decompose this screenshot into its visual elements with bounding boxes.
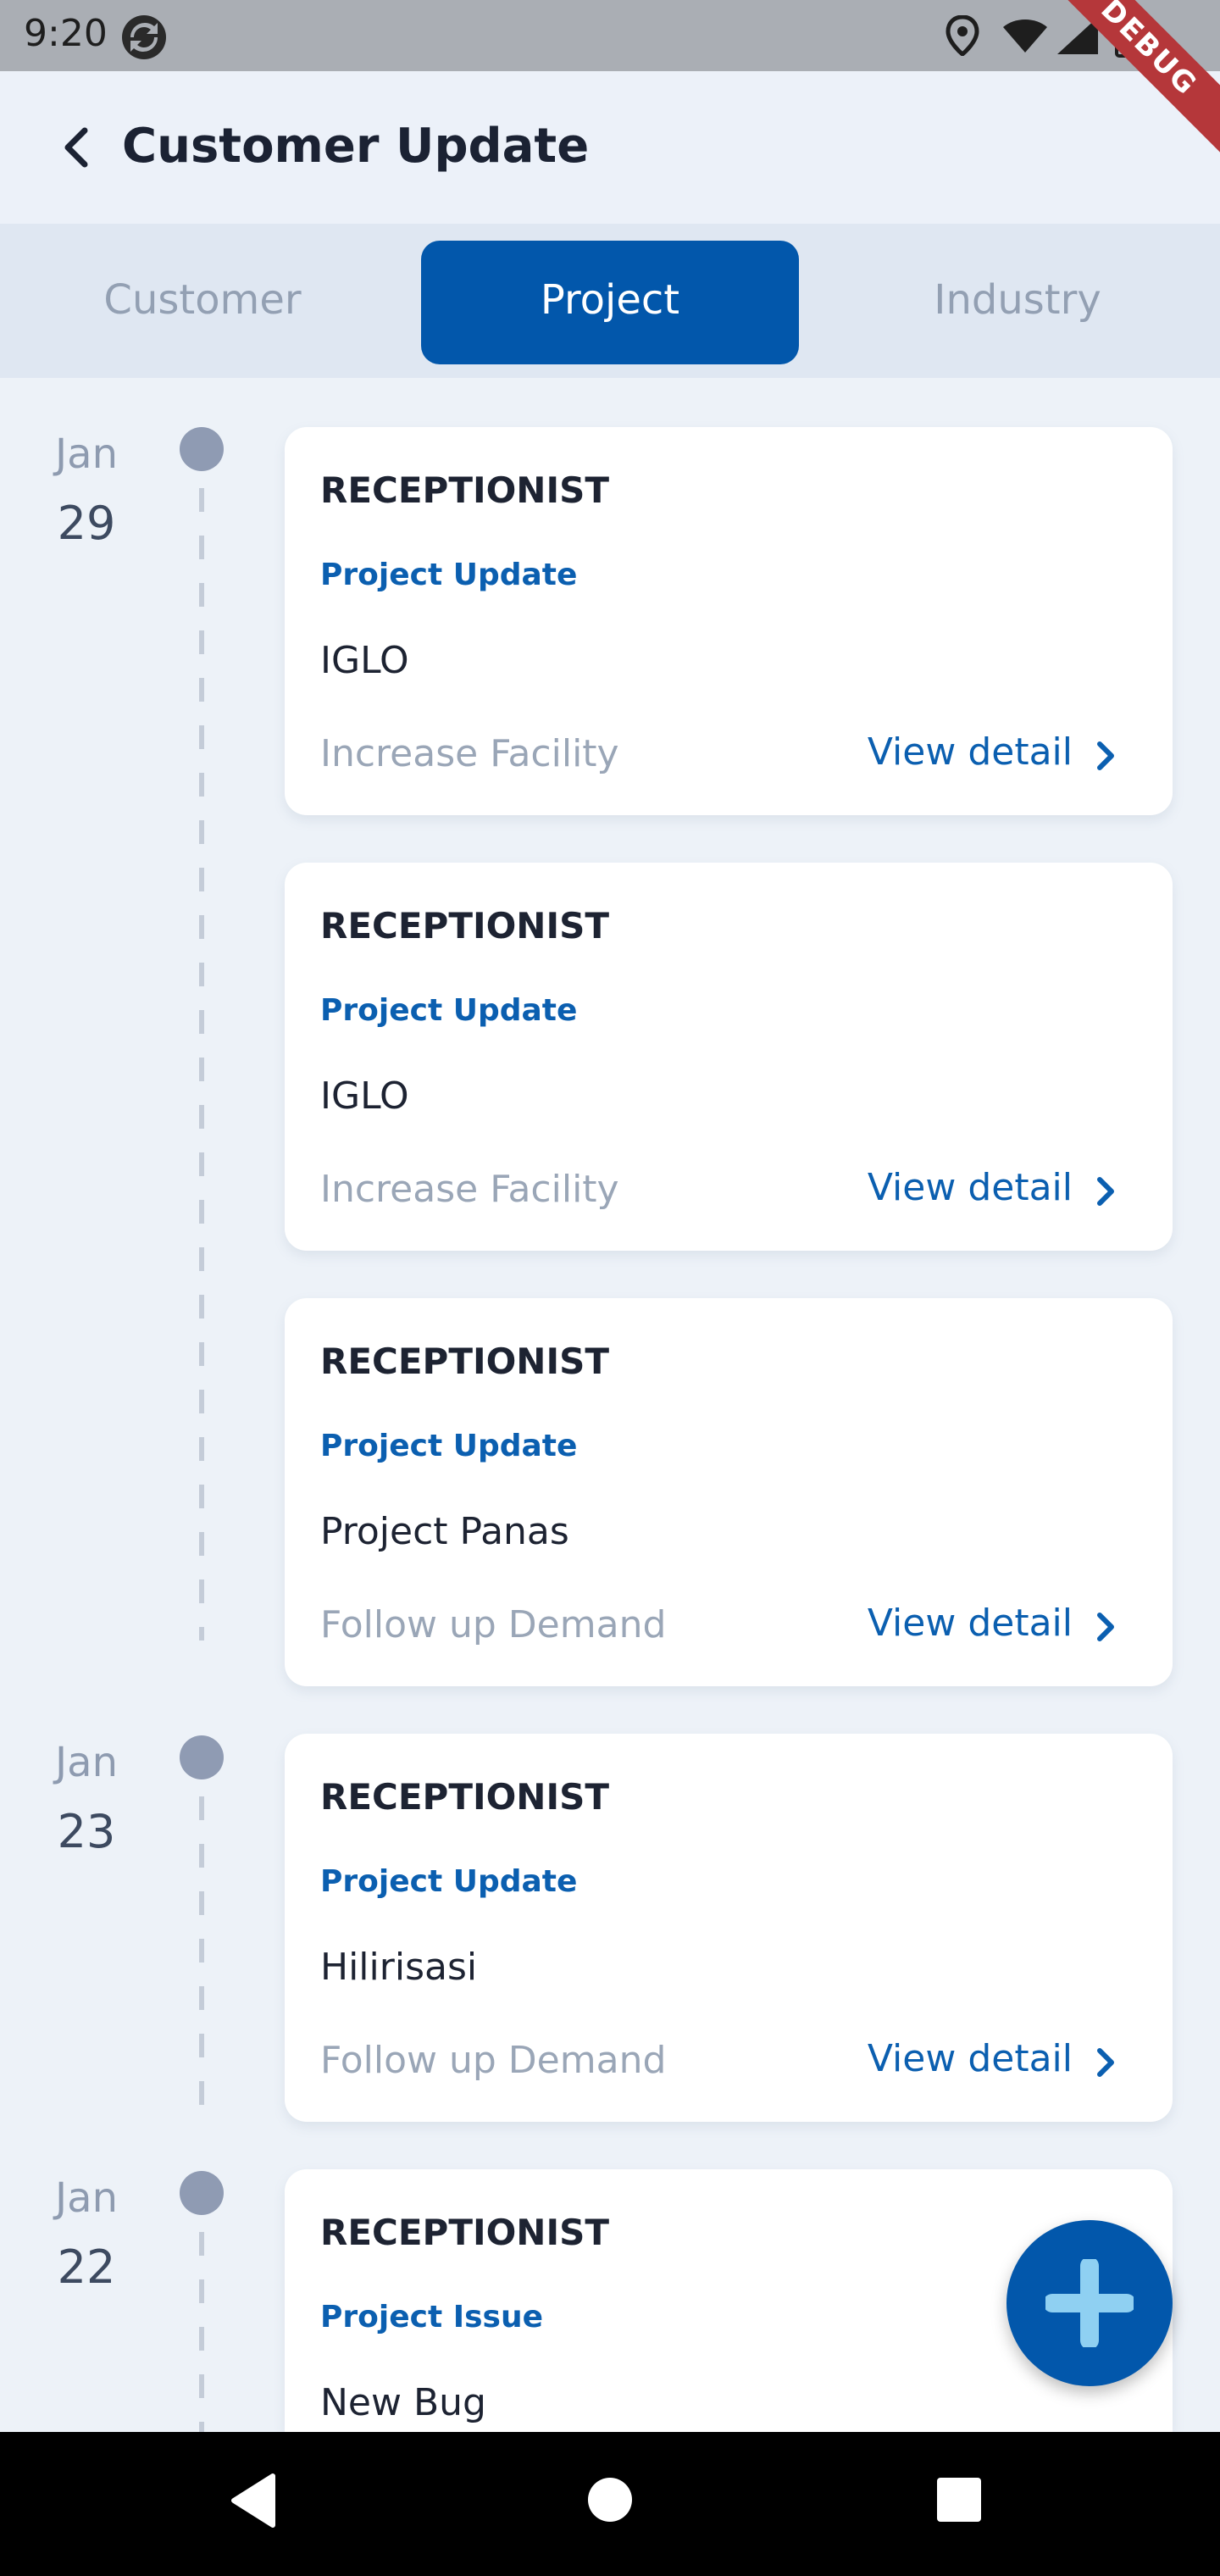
- date-day: 29: [57, 497, 116, 550]
- chevron-left-icon: [64, 127, 88, 168]
- timeline-dot: [180, 2171, 224, 2215]
- card-reason: Increase Facility: [320, 732, 619, 775]
- card-project-name: IGLO: [320, 1074, 409, 1118]
- location-icon: [946, 14, 979, 59]
- status-bar: 9:20 DEBUG: [0, 0, 1220, 173]
- status-time: 9:20: [24, 12, 108, 55]
- timeline-dot: [180, 427, 224, 471]
- view-detail-label: View detail: [867, 730, 1073, 774]
- card-project-name: Hilirisasi: [320, 1946, 478, 1989]
- update-card[interactable]: RECEPTIONIST Project Update Hilirisasi F…: [285, 1734, 1173, 2122]
- timeline-line: [199, 1796, 204, 2118]
- date-month: Jan: [55, 1739, 118, 1786]
- date-month: Jan: [55, 2174, 118, 2222]
- card-role: RECEPTIONIST: [320, 2212, 609, 2253]
- update-card[interactable]: RECEPTIONIST Project Update IGLO Increas…: [285, 427, 1173, 815]
- card-type: Project Issue: [320, 2300, 544, 2334]
- card-type: Project Update: [320, 558, 578, 592]
- nav-back-button[interactable]: [229, 2473, 280, 2532]
- card-role: RECEPTIONIST: [320, 1341, 609, 1382]
- add-update-button[interactable]: [1006, 2220, 1173, 2386]
- nav-recents-button[interactable]: [935, 2476, 983, 2527]
- update-card[interactable]: RECEPTIONIST Project Update Project Pana…: [285, 1298, 1173, 1686]
- view-detail-label: View detail: [867, 1166, 1073, 1209]
- view-detail-link[interactable]: View detail: [868, 1602, 1120, 1645]
- back-button[interactable]: [53, 122, 103, 173]
- date-month: Jan: [55, 430, 118, 478]
- card-reason: Follow up Demand: [320, 1603, 667, 1646]
- chevron-right-icon: [1097, 2048, 1114, 2077]
- timeline-dot: [180, 1735, 224, 1779]
- app-bar: Customer Update: [0, 71, 1220, 224]
- circle-home-icon: [588, 2478, 632, 2522]
- view-detail-link[interactable]: View detail: [868, 730, 1120, 774]
- view-detail-label: View detail: [867, 1602, 1073, 1645]
- chevron-right-icon: [1097, 1177, 1114, 1206]
- card-role: RECEPTIONIST: [320, 469, 609, 511]
- card-project-name: New Bug: [320, 2381, 486, 2424]
- tab-project[interactable]: Project: [421, 241, 799, 364]
- plus-icon: [1045, 2259, 1134, 2347]
- card-type: Project Update: [320, 1864, 578, 1899]
- system-nav-bar: [0, 2432, 1220, 2576]
- card-reason: Increase Facility: [320, 1168, 619, 1211]
- nav-home-button[interactable]: [586, 2476, 634, 2527]
- sync-icon: [120, 14, 168, 64]
- view-detail-link[interactable]: View detail: [868, 2037, 1120, 2080]
- date-day: 22: [57, 2240, 116, 2294]
- card-project-name: IGLO: [320, 639, 409, 682]
- square-recents-icon: [937, 2478, 981, 2522]
- view-detail-label: View detail: [867, 2037, 1073, 2080]
- wifi-icon: [1001, 17, 1049, 58]
- card-type: Project Update: [320, 1429, 578, 1463]
- update-card[interactable]: RECEPTIONIST Project Update IGLO Increas…: [285, 863, 1173, 1251]
- tab-customer[interactable]: Customer: [14, 241, 391, 364]
- card-project-name: Project Panas: [320, 1510, 569, 1553]
- card-type: Project Update: [320, 993, 578, 1028]
- chevron-right-icon: [1097, 1613, 1114, 1641]
- timeline-line: [199, 488, 204, 1641]
- tab-industry[interactable]: Industry: [829, 241, 1206, 364]
- card-role: RECEPTIONIST: [320, 905, 609, 947]
- card-role: RECEPTIONIST: [320, 1776, 609, 1818]
- timeline-line: [199, 2232, 204, 2432]
- tab-bar: Customer Project Industry: [0, 224, 1220, 378]
- date-day: 23: [57, 1805, 116, 1858]
- page-title: Customer Update: [122, 119, 590, 174]
- card-reason: Follow up Demand: [320, 2039, 667, 2082]
- chevron-right-icon: [1097, 741, 1114, 770]
- view-detail-link[interactable]: View detail: [868, 1166, 1120, 1209]
- triangle-back-icon: [231, 2473, 275, 2528]
